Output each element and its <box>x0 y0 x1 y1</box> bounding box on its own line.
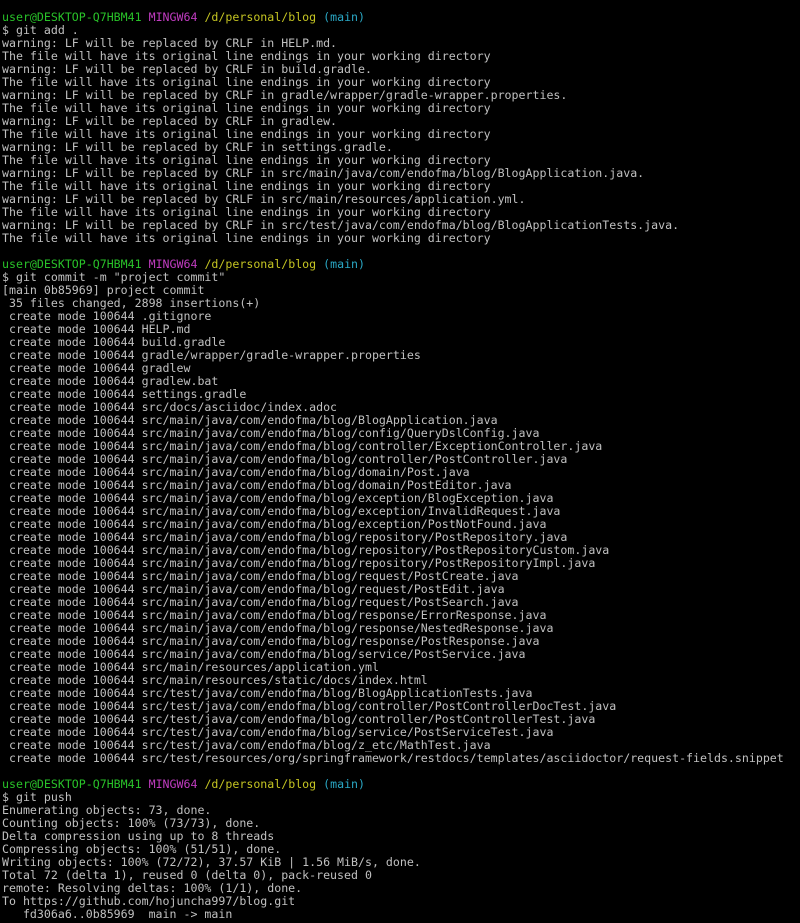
output-line: create mode 100644 src/test/java/com/end… <box>2 739 491 752</box>
output-line: create mode 100644 src/main/java/com/end… <box>2 570 519 583</box>
output-line: warning: LF will be replaced by CRLF in … <box>2 89 568 102</box>
prompt-path: /d/personal/blog <box>204 258 317 271</box>
output-line: [main 0b85969] project commit <box>2 284 205 297</box>
output-line: The file will have its original line end… <box>2 50 491 63</box>
output-line: create mode 100644 src/test/java/com/end… <box>2 687 533 700</box>
output-line: create mode 100644 settings.gradle <box>2 388 247 401</box>
output-line: Total 72 (delta 1), reused 0 (delta 0), … <box>2 869 372 882</box>
output-line: create mode 100644 src/docs/asciidoc/ind… <box>2 401 338 414</box>
output-line: create mode 100644 src/main/java/com/end… <box>2 583 505 596</box>
output-line: create mode 100644 src/main/java/com/end… <box>2 427 540 440</box>
prompt-branch: (main) <box>323 258 366 271</box>
output-line: create mode 100644 src/test/java/com/end… <box>2 726 554 739</box>
output-line: warning: LF will be replaced by CRLF in … <box>2 141 393 154</box>
command-line: $ git push <box>2 791 72 804</box>
output-line: create mode 100644 src/main/java/com/end… <box>2 479 512 492</box>
output-line: Counting objects: 100% (73/73), done. <box>2 817 261 830</box>
output-line: create mode 100644 HELP.md <box>2 323 191 336</box>
output-line: create mode 100644 src/main/java/com/end… <box>2 466 470 479</box>
output-line: create mode 100644 src/test/java/com/end… <box>2 713 596 726</box>
output-line: The file will have its original line end… <box>2 102 491 115</box>
output-line: create mode 100644 src/main/java/com/end… <box>2 557 596 570</box>
prompt-branch: (main) <box>323 11 366 24</box>
output-line: fd306a6..0b85969 main -> main <box>2 908 233 921</box>
output-line: create mode 100644 src/main/java/com/end… <box>2 414 498 427</box>
output-line: create mode 100644 gradle/wrapper/gradle… <box>2 349 421 362</box>
output-line: warning: LF will be replaced by CRLF in … <box>2 193 526 206</box>
prompt-system: MINGW64 <box>148 778 198 791</box>
output-line: The file will have its original line end… <box>2 232 491 245</box>
prompt-system: MINGW64 <box>148 258 198 271</box>
output-line: create mode 100644 src/test/java/com/end… <box>2 700 617 713</box>
output-line: create mode 100644 src/main/java/com/end… <box>2 440 603 453</box>
output-line: create mode 100644 src/main/java/com/end… <box>2 609 547 622</box>
output-line: create mode 100644 src/main/resources/st… <box>2 674 428 687</box>
output-line: Enumerating objects: 73, done. <box>2 804 212 817</box>
output-line: warning: LF will be replaced by CRLF in … <box>2 115 338 128</box>
shell-prompt: user@DESKTOP-Q7HBM41 MINGW64 /d/personal… <box>2 11 800 24</box>
output-line: create mode 100644 src/main/java/com/end… <box>2 518 547 531</box>
prompt-user-host: user@DESKTOP-Q7HBM41 <box>2 11 142 24</box>
output-line: warning: LF will be replaced by CRLF in … <box>2 167 645 180</box>
output-line: To https://github.com/hojuncha997/blog.g… <box>2 895 296 908</box>
prompt-path: /d/personal/blog <box>204 11 317 24</box>
prompt-branch: (main) <box>323 778 366 791</box>
output-line: create mode 100644 src/test/resources/or… <box>2 752 784 765</box>
output-line: remote: Resolving deltas: 100% (1/1), do… <box>2 882 303 895</box>
prompt-user-host: user@DESKTOP-Q7HBM41 <box>2 258 142 271</box>
output-line: create mode 100644 gradlew <box>2 362 191 375</box>
output-line: create mode 100644 src/main/java/com/end… <box>2 492 554 505</box>
shell-prompt: user@DESKTOP-Q7HBM41 MINGW64 /d/personal… <box>2 778 800 791</box>
output-line: Writing objects: 100% (72/72), 37.57 KiB… <box>2 856 421 869</box>
output-line: warning: LF will be replaced by CRLF in … <box>2 219 680 232</box>
output-line: 35 files changed, 2898 insertions(+) <box>2 297 261 310</box>
output-line: create mode 100644 src/main/java/com/end… <box>2 635 540 648</box>
output-line: create mode 100644 .gitignore <box>2 310 212 323</box>
output-line: create mode 100644 src/main/java/com/end… <box>2 596 519 609</box>
prompt-system: MINGW64 <box>148 11 198 24</box>
command-line: $ git commit -m "project commit" <box>2 271 226 284</box>
prompt-user-host: user@DESKTOP-Q7HBM41 <box>2 778 142 791</box>
shell-prompt: user@DESKTOP-Q7HBM41 MINGW64 /d/personal… <box>2 258 800 271</box>
terminal-window[interactable]: user@DESKTOP-Q7HBM41 MINGW64 /d/personal… <box>2 11 800 921</box>
output-line: warning: LF will be replaced by CRLF in … <box>2 63 372 76</box>
output-line: The file will have its original line end… <box>2 128 491 141</box>
output-line: create mode 100644 src/main/java/com/end… <box>2 544 610 557</box>
output-line: create mode 100644 src/main/java/com/end… <box>2 531 568 544</box>
output-line: create mode 100644 src/main/java/com/end… <box>2 648 526 661</box>
output-line: create mode 100644 src/main/java/com/end… <box>2 453 568 466</box>
output-line: create mode 100644 src/main/java/com/end… <box>2 622 554 635</box>
output-line: Compressing objects: 100% (51/51), done. <box>2 843 282 856</box>
output-line: create mode 100644 build.gradle <box>2 336 226 349</box>
output-line: The file will have its original line end… <box>2 180 491 193</box>
output-line: warning: LF will be replaced by CRLF in … <box>2 37 338 50</box>
prompt-path: /d/personal/blog <box>204 778 317 791</box>
output-line: create mode 100644 src/main/java/com/end… <box>2 505 561 518</box>
output-line: create mode 100644 gradlew.bat <box>2 375 219 388</box>
output-line: The file will have its original line end… <box>2 76 491 89</box>
output-line: The file will have its original line end… <box>2 154 491 167</box>
command-line: $ git add . <box>2 24 79 37</box>
output-line: create mode 100644 src/main/resources/ap… <box>2 661 379 674</box>
output-line: Delta compression using up to 8 threads <box>2 830 275 843</box>
output-line: The file will have its original line end… <box>2 206 491 219</box>
